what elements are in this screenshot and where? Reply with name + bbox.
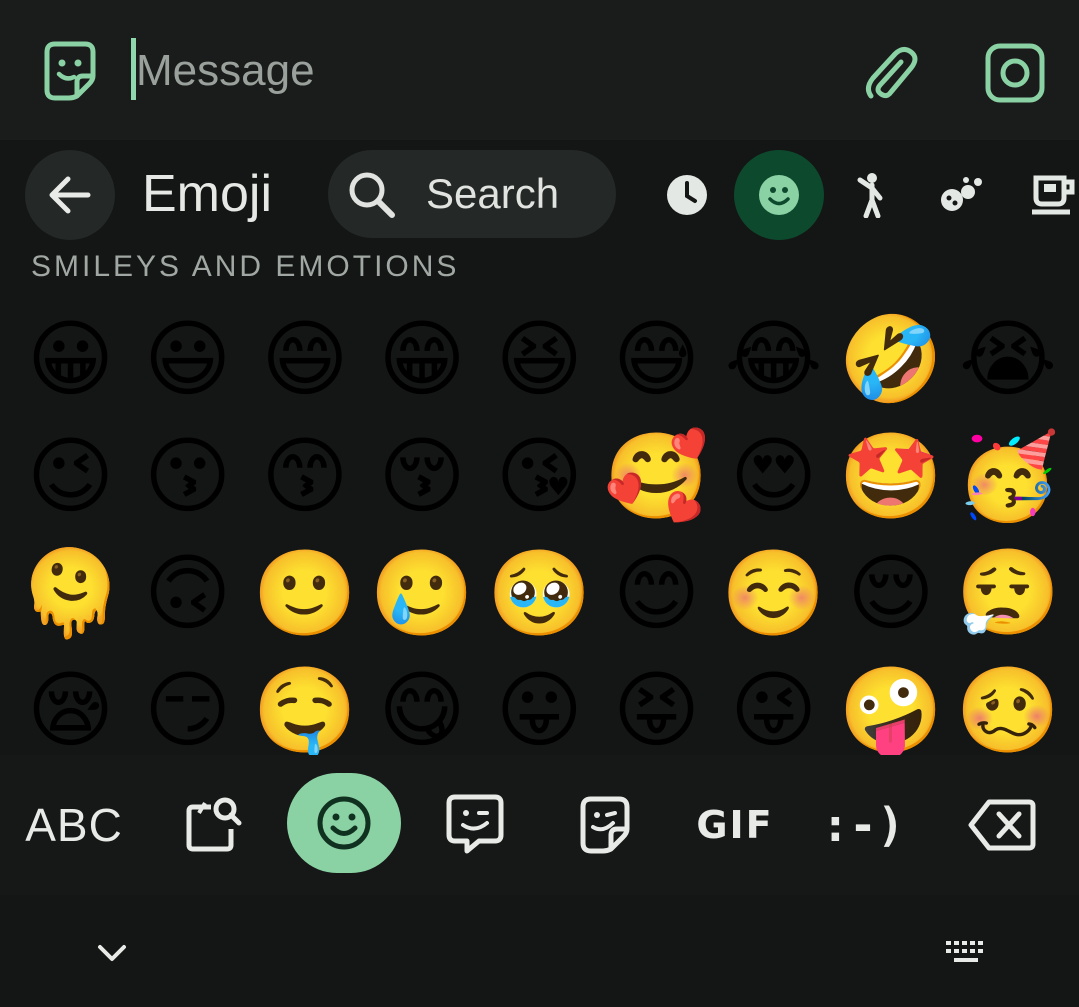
camera-button[interactable] (980, 38, 1050, 108)
emoji-key[interactable]: 🙃 (129, 534, 246, 651)
emoji-key[interactable]: 🫠 (12, 534, 129, 651)
category-smileys[interactable] (734, 150, 824, 240)
bitmoji-button[interactable] (440, 775, 510, 875)
keyboard-icon (946, 941, 983, 962)
emoji-key[interactable]: 😀 (12, 300, 129, 417)
emoji-keyboard: Emoji Search SMILEYS AND EMOTIONS 😀 😃 😄 … (0, 140, 1079, 1007)
emoji-key[interactable]: 🥹 (481, 534, 598, 651)
attach-button[interactable] (855, 38, 925, 108)
emoji-key[interactable]: 😍 (715, 417, 832, 534)
emoji-key[interactable]: 😚 (364, 417, 481, 534)
emoji-mode-button[interactable] (287, 773, 401, 873)
speech-face-icon (446, 794, 504, 854)
compose-bar (0, 0, 1079, 140)
emoji-key[interactable]: 😌 (832, 534, 949, 651)
clipboard-search-button[interactable] (178, 775, 248, 875)
emoji-grid: 😀 😃 😄 😁 😆 😅 😂 🤣 😭 😉 😗 😙 😚 😘 🥰 😍 🤩 🥳 🫠 🙃 🙂 🥲 🥹 😊 ☺️ 😌 😮‍💨 😪 😏 🤤 😋 😛 😝 😜 🤪 🥴 (0, 300, 1079, 755)
sticker-icon (580, 796, 630, 854)
emoji-key[interactable]: 😏 (129, 651, 246, 755)
category-people[interactable] (826, 150, 916, 240)
paperclip-icon (865, 46, 918, 99)
emoji-key[interactable]: 😅 (598, 300, 715, 417)
back-button[interactable] (25, 150, 115, 240)
emoji-search-button[interactable]: Search (328, 150, 616, 238)
cup-icon (1032, 175, 1075, 215)
clipboard-search-icon (186, 797, 242, 852)
category-animals[interactable] (916, 150, 1006, 240)
gif-button[interactable]: GIF (690, 775, 780, 875)
arrow-left-icon (49, 176, 91, 214)
emoji-key[interactable]: 😄 (246, 300, 363, 417)
emoji-key[interactable]: 🤤 (246, 651, 363, 755)
system-nav-row (0, 895, 1079, 1007)
search-label: Search (426, 170, 560, 217)
sticker-button[interactable] (35, 36, 105, 106)
message-input[interactable] (136, 36, 836, 106)
emoji-key[interactable]: 😝 (598, 651, 715, 755)
emoji-key[interactable]: 😉 (12, 417, 129, 534)
backspace-icon (968, 799, 1036, 851)
hide-keyboard-button[interactable] (92, 933, 132, 973)
backspace-button[interactable] (960, 775, 1044, 875)
chevron-down-icon (98, 945, 126, 961)
sticker-mode-button[interactable] (570, 775, 640, 875)
camera-icon (985, 43, 1045, 103)
animal-icon (941, 177, 982, 211)
emoji-key[interactable]: 😆 (481, 300, 598, 417)
emoji-key[interactable]: 😪 (12, 651, 129, 755)
emoji-key[interactable]: 😭 (950, 300, 1067, 417)
emoji-key[interactable]: 😘 (481, 417, 598, 534)
search-icon (349, 172, 395, 218)
emoji-key[interactable]: 🤩 (832, 417, 949, 534)
sticker-icon (44, 41, 96, 101)
smiley-icon (317, 796, 371, 850)
keyboard-bottom-row: ABC GIF:-) (0, 755, 1079, 895)
emoji-header-bar: Emoji Search (0, 140, 1079, 250)
emoji-key[interactable]: 😮‍💨 (950, 534, 1067, 651)
emoji-key[interactable]: 😊 (598, 534, 715, 651)
emoji-key[interactable]: 😃 (129, 300, 246, 417)
clock-icon (667, 175, 707, 215)
emoji-key[interactable]: 😁 (364, 300, 481, 417)
emoji-key[interactable]: 🤪 (832, 651, 949, 755)
person-icon (857, 173, 883, 218)
emoji-key[interactable]: 😙 (246, 417, 363, 534)
emoji-key[interactable]: 😜 (715, 651, 832, 755)
keyboard-title: Emoji (142, 165, 273, 223)
emoticon-button[interactable]: :-) (818, 775, 908, 875)
switch-keyboard-button[interactable] (940, 933, 992, 973)
abc-button[interactable]: ABC (18, 775, 130, 875)
emoji-key[interactable]: 🤣 (832, 300, 949, 417)
emoji-key[interactable]: 😋 (364, 651, 481, 755)
emoji-key[interactable]: 😂 (715, 300, 832, 417)
smiley-icon (759, 175, 799, 215)
emoji-key[interactable]: ☺️ (715, 534, 832, 651)
emoji-key[interactable]: 🥲 (364, 534, 481, 651)
emoji-key[interactable]: 🥳 (950, 417, 1067, 534)
section-title: SMILEYS AND EMOTIONS (31, 250, 460, 283)
category-food[interactable] (1010, 150, 1079, 240)
emoji-key[interactable]: 😛 (481, 651, 598, 755)
emoji-key[interactable]: 😗 (129, 417, 246, 534)
emoji-key[interactable]: 🙂 (246, 534, 363, 651)
emoji-key[interactable]: 🥴 (950, 651, 1067, 755)
emoji-key[interactable]: 🥰 (598, 417, 715, 534)
category-recent[interactable] (642, 150, 732, 240)
